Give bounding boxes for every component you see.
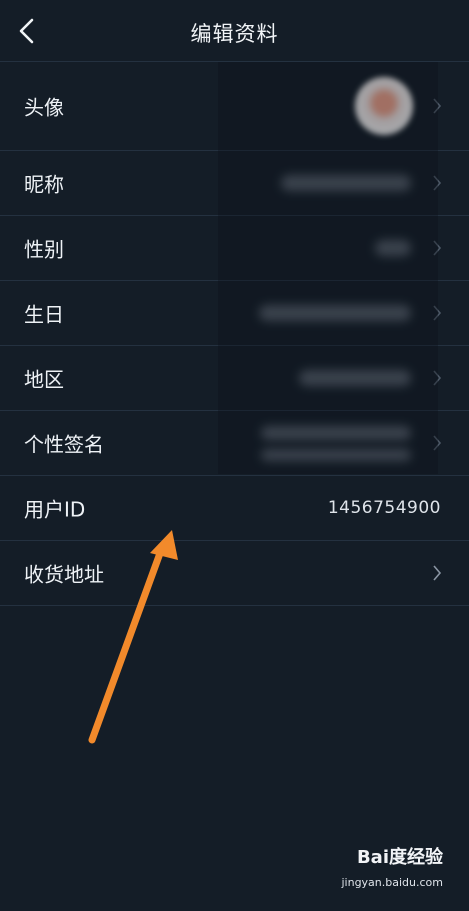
chevron-right-icon <box>433 305 442 321</box>
user-id-label: 用户ID <box>24 497 86 522</box>
chevron-right-icon <box>433 565 442 581</box>
user-id-row: 用户ID 1456754900 <box>0 476 469 541</box>
nickname-value-blurred <box>281 175 411 191</box>
avatar-label: 头像 <box>24 95 64 120</box>
chevron-right-icon <box>433 435 442 451</box>
birthday-label: 生日 <box>24 302 64 327</box>
profile-fields-list: 头像 昵称 性别 生日 地区 个性签名 用户ID 1456754900 收货地址 <box>0 62 469 606</box>
avatar-row[interactable]: 头像 <box>0 62 469 151</box>
chevron-right-icon <box>433 175 442 191</box>
watermark: Bai度经验 jingyan.baidu.com <box>341 843 443 889</box>
chevron-right-icon <box>433 98 442 114</box>
user-id-value: 1456754900 <box>327 498 441 518</box>
birthday-row[interactable]: 生日 <box>0 281 469 346</box>
region-value-blurred <box>299 370 411 386</box>
avatar[interactable] <box>355 77 413 135</box>
top-bar: 编辑资料 <box>0 0 469 62</box>
gender-row[interactable]: 性别 <box>0 216 469 281</box>
nickname-row[interactable]: 昵称 <box>0 151 469 216</box>
birthday-value-blurred <box>259 305 411 321</box>
shipping-address-label: 收货地址 <box>24 562 104 587</box>
page-title: 编辑资料 <box>190 22 279 46</box>
watermark-url: jingyan.baidu.com <box>341 876 443 889</box>
signature-value-blurred <box>261 449 411 461</box>
region-row[interactable]: 地区 <box>0 346 469 411</box>
edit-profile-screen: 编辑资料 头像 昵称 性别 生日 地区 个性签名 用户ID 1456754900… <box>0 0 469 911</box>
gender-value-blurred <box>375 240 411 256</box>
watermark-logo: Bai度经验 <box>356 847 443 868</box>
gender-label: 性别 <box>24 237 64 262</box>
signature-value-blurred <box>261 426 411 440</box>
chevron-right-icon <box>433 370 442 386</box>
nickname-label: 昵称 <box>24 172 64 197</box>
chevron-right-icon <box>433 240 442 256</box>
region-label: 地区 <box>24 367 64 392</box>
signature-row[interactable]: 个性签名 <box>0 411 469 476</box>
signature-label: 个性签名 <box>24 432 104 457</box>
shipping-address-row[interactable]: 收货地址 <box>0 541 469 606</box>
